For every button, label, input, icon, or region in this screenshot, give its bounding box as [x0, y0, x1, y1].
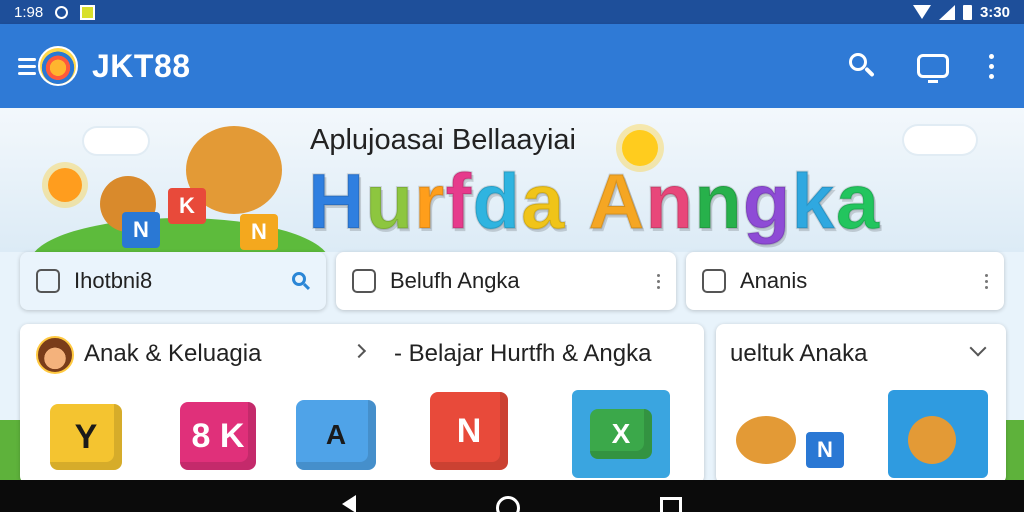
avatar	[36, 336, 74, 374]
letter-block: N	[122, 212, 160, 248]
system-nav-bar	[0, 480, 1024, 512]
hero-title-letter	[565, 157, 588, 245]
book-icon	[352, 269, 376, 293]
more-vert-icon[interactable]	[989, 53, 994, 79]
status-time-left: 1:98	[14, 3, 44, 21]
quick-card-label: Belufh Angka	[390, 268, 520, 293]
letter-block: N	[240, 214, 278, 250]
status-bar: 1:98 3:30	[0, 0, 1024, 24]
circle-notification-icon	[55, 5, 69, 19]
hero-title-letter: k	[790, 156, 836, 246]
square-app-icon	[80, 4, 96, 20]
chevron-down-icon[interactable]	[969, 339, 987, 357]
more-icon[interactable]	[657, 273, 660, 289]
search-icon[interactable]	[292, 272, 311, 291]
letter-cube[interactable]: 8 K	[180, 402, 256, 470]
hero-title: Hurfda Anngka	[307, 156, 881, 247]
letter-cube[interactable]: A	[296, 400, 376, 470]
app-title: JKT88	[92, 47, 191, 84]
letter-cube[interactable]: N	[430, 392, 508, 470]
menu-icon[interactable]	[18, 57, 36, 75]
battery-icon	[962, 4, 972, 20]
category-panel-family[interactable]: Anak & Keluagia - Belajar Hurtfh & Angka…	[20, 324, 704, 484]
quick-card-label: Ihotbni8	[74, 268, 153, 293]
wifi-icon	[912, 5, 931, 19]
hero-title-letter: n	[693, 156, 743, 246]
hero-title-letter: r	[413, 156, 446, 246]
hero-title-letter: H	[307, 156, 366, 246]
bear-illustration	[908, 416, 956, 464]
letter-cube[interactable]: Y	[50, 404, 122, 470]
search-icon[interactable]	[847, 51, 877, 81]
recents-icon[interactable]	[660, 497, 682, 512]
back-icon[interactable]	[342, 495, 356, 512]
hero-title-letter: a	[520, 156, 566, 246]
tv-icon[interactable]	[917, 54, 949, 83]
letter-block: N	[806, 432, 844, 468]
hero-title-letter: f	[444, 156, 473, 246]
image-thumbnail[interactable]: X	[572, 390, 670, 478]
home-icon[interactable]	[496, 496, 520, 512]
quick-card-label: Ananis	[740, 268, 808, 293]
hero-title-letter: n	[644, 156, 695, 246]
quick-card-numbers[interactable]: Belufh Angka	[336, 252, 676, 310]
share-icon	[702, 269, 726, 293]
image-thumbnail[interactable]	[888, 390, 988, 478]
more-icon[interactable]	[985, 273, 988, 289]
cloud-illustration	[84, 128, 148, 154]
letter-cube: X	[590, 409, 652, 459]
hero-title-letter: u	[364, 156, 414, 246]
letter-block: K	[168, 188, 206, 224]
signal-icon	[938, 4, 955, 20]
hero-banner: N K N Aplujoasai Bellaayiai Hurfda Anngk…	[0, 108, 1024, 252]
quick-card-search[interactable]: Ihotbni8	[20, 252, 326, 310]
panel-title: ueltuk Anaka	[730, 340, 868, 367]
flower-illustration	[48, 168, 82, 202]
hero-title-letter: d	[471, 156, 521, 246]
bear-illustration	[736, 416, 796, 464]
cloud-illustration	[904, 126, 976, 154]
hero-title-letter: A	[587, 156, 646, 246]
app-icon	[36, 269, 60, 293]
hero-title-letter: g	[742, 156, 792, 246]
chevron-right-icon[interactable]	[351, 343, 367, 359]
app-logo	[38, 46, 78, 86]
app-bar: JKT88	[0, 24, 1024, 108]
category-panel-kids[interactable]: ueltuk Anaka N	[716, 324, 1006, 484]
status-time-right: 3:30	[979, 3, 1010, 21]
hero-title-letter: a	[835, 156, 881, 246]
panel-title: Anak & Keluagia	[84, 340, 262, 367]
hero-subtitle: Aplujoasai Bellaayiai	[310, 124, 576, 156]
quick-card-animals[interactable]: Ananis	[686, 252, 1004, 310]
panel-subtitle: - Belajar Hurtfh & Angka	[394, 340, 652, 367]
